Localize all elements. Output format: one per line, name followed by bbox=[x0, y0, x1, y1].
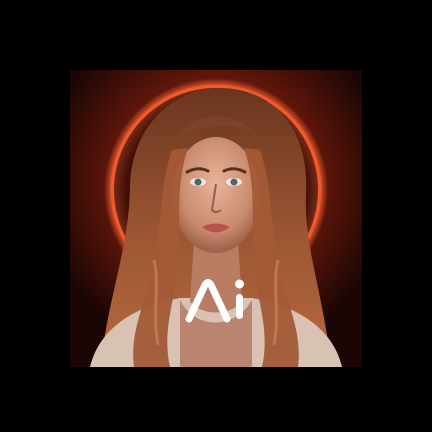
canvas bbox=[0, 0, 432, 432]
ai-logo bbox=[183, 275, 251, 323]
app-icon[interactable] bbox=[70, 70, 362, 367]
ai-logo-mark bbox=[185, 279, 244, 323]
